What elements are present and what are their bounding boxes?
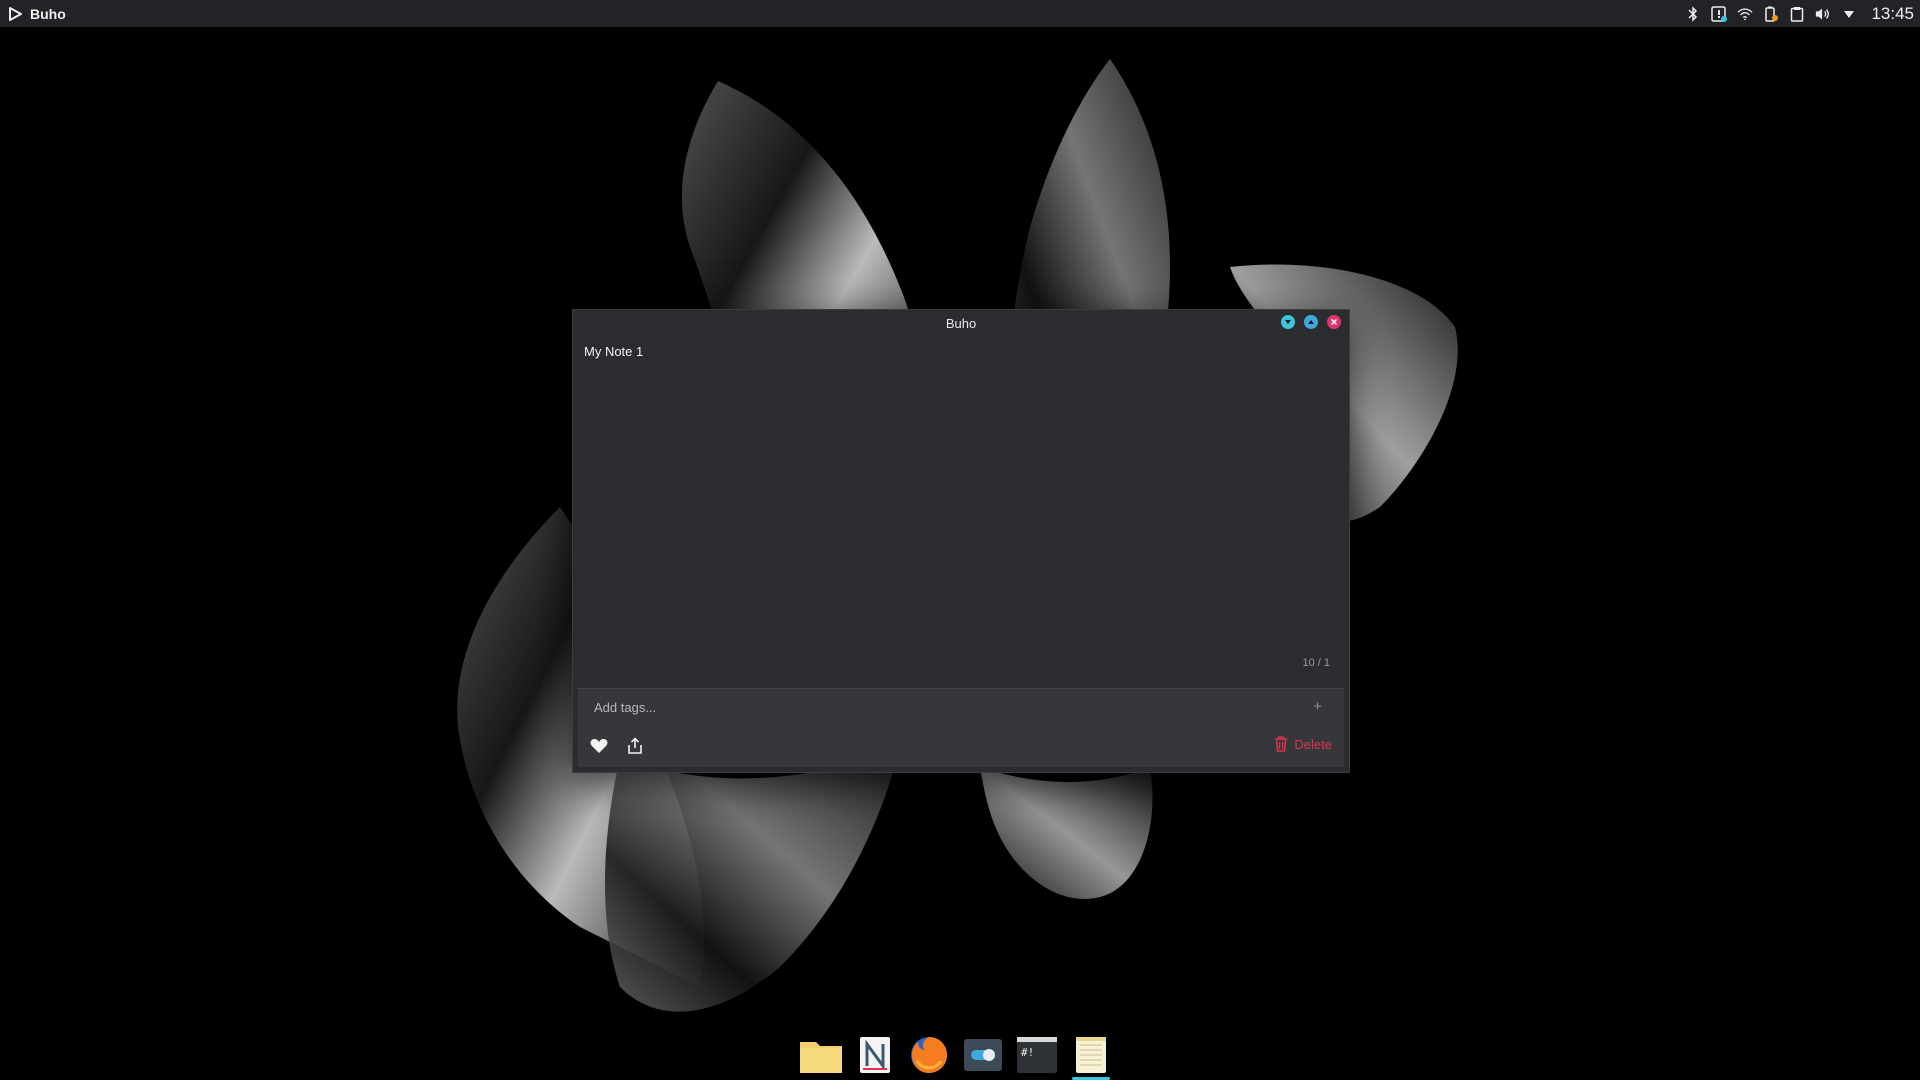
character-counter: 10 / 1 <box>1302 657 1330 669</box>
clipboard-icon[interactable] <box>1789 6 1805 22</box>
dock-item-settings[interactable] <box>960 1034 1006 1076</box>
add-tags-input[interactable] <box>592 698 1296 716</box>
add-tag-button[interactable]: + <box>1313 698 1322 715</box>
notepad-icon <box>1076 1037 1106 1073</box>
active-app-name[interactable]: Buho <box>30 6 66 22</box>
note-actions-bar: Delete <box>578 725 1344 767</box>
close-button[interactable] <box>1327 315 1341 329</box>
close-icon <box>1330 318 1338 326</box>
tags-bar: + <box>578 688 1344 726</box>
svg-text:#!: #! <box>1021 1046 1034 1059</box>
folder-icon <box>800 1042 842 1073</box>
wifi-icon[interactable] <box>1737 6 1754 22</box>
dock: #! <box>798 1034 1114 1080</box>
notes-app-icon <box>860 1037 890 1073</box>
menu-arrow-icon[interactable] <box>1841 6 1857 22</box>
launcher-icon[interactable] <box>0 0 30 27</box>
battery-icon[interactable] <box>1763 6 1779 22</box>
clock[interactable]: 13:45 <box>1871 4 1914 24</box>
maximize-button[interactable] <box>1304 315 1318 329</box>
heart-icon <box>590 738 608 753</box>
note-editor[interactable]: My Note 1 10 / 1 <box>573 336 1349 696</box>
bluetooth-icon[interactable] <box>1685 5 1701 22</box>
share-button[interactable] <box>620 731 650 761</box>
dock-item-terminal[interactable]: #! <box>1014 1034 1060 1076</box>
firefox-icon <box>911 1037 948 1073</box>
dock-item-firefox[interactable] <box>906 1034 952 1076</box>
terminal-icon: #! <box>1017 1037 1057 1073</box>
note-content[interactable]: My Note 1 <box>584 344 643 359</box>
delete-label: Delete <box>1294 736 1332 752</box>
share-icon <box>628 737 642 754</box>
chevron-up-icon <box>1308 320 1314 324</box>
dock-item-notes-app[interactable] <box>852 1034 898 1076</box>
chevron-down-icon <box>1285 320 1291 324</box>
top-panel: Buho 13:45 <box>0 0 1920 27</box>
trash-icon <box>1275 736 1288 752</box>
window-titlebar[interactable]: Buho <box>573 310 1349 336</box>
dock-item-files[interactable] <box>798 1034 844 1076</box>
delete-button[interactable]: Delete <box>1274 736 1332 752</box>
window-controls <box>1281 315 1341 329</box>
dock-item-buho[interactable] <box>1068 1034 1114 1080</box>
toggle-icon <box>964 1039 1002 1071</box>
system-tray: 13:45 <box>1685 0 1920 27</box>
buho-window: Buho My Note 1 10 / 1 + Delete <box>572 309 1350 773</box>
notification-icon[interactable] <box>1711 5 1728 22</box>
favorite-button[interactable] <box>584 731 614 761</box>
volume-icon[interactable] <box>1815 6 1831 22</box>
minimize-button[interactable] <box>1281 315 1295 329</box>
window-title: Buho <box>945 315 977 331</box>
